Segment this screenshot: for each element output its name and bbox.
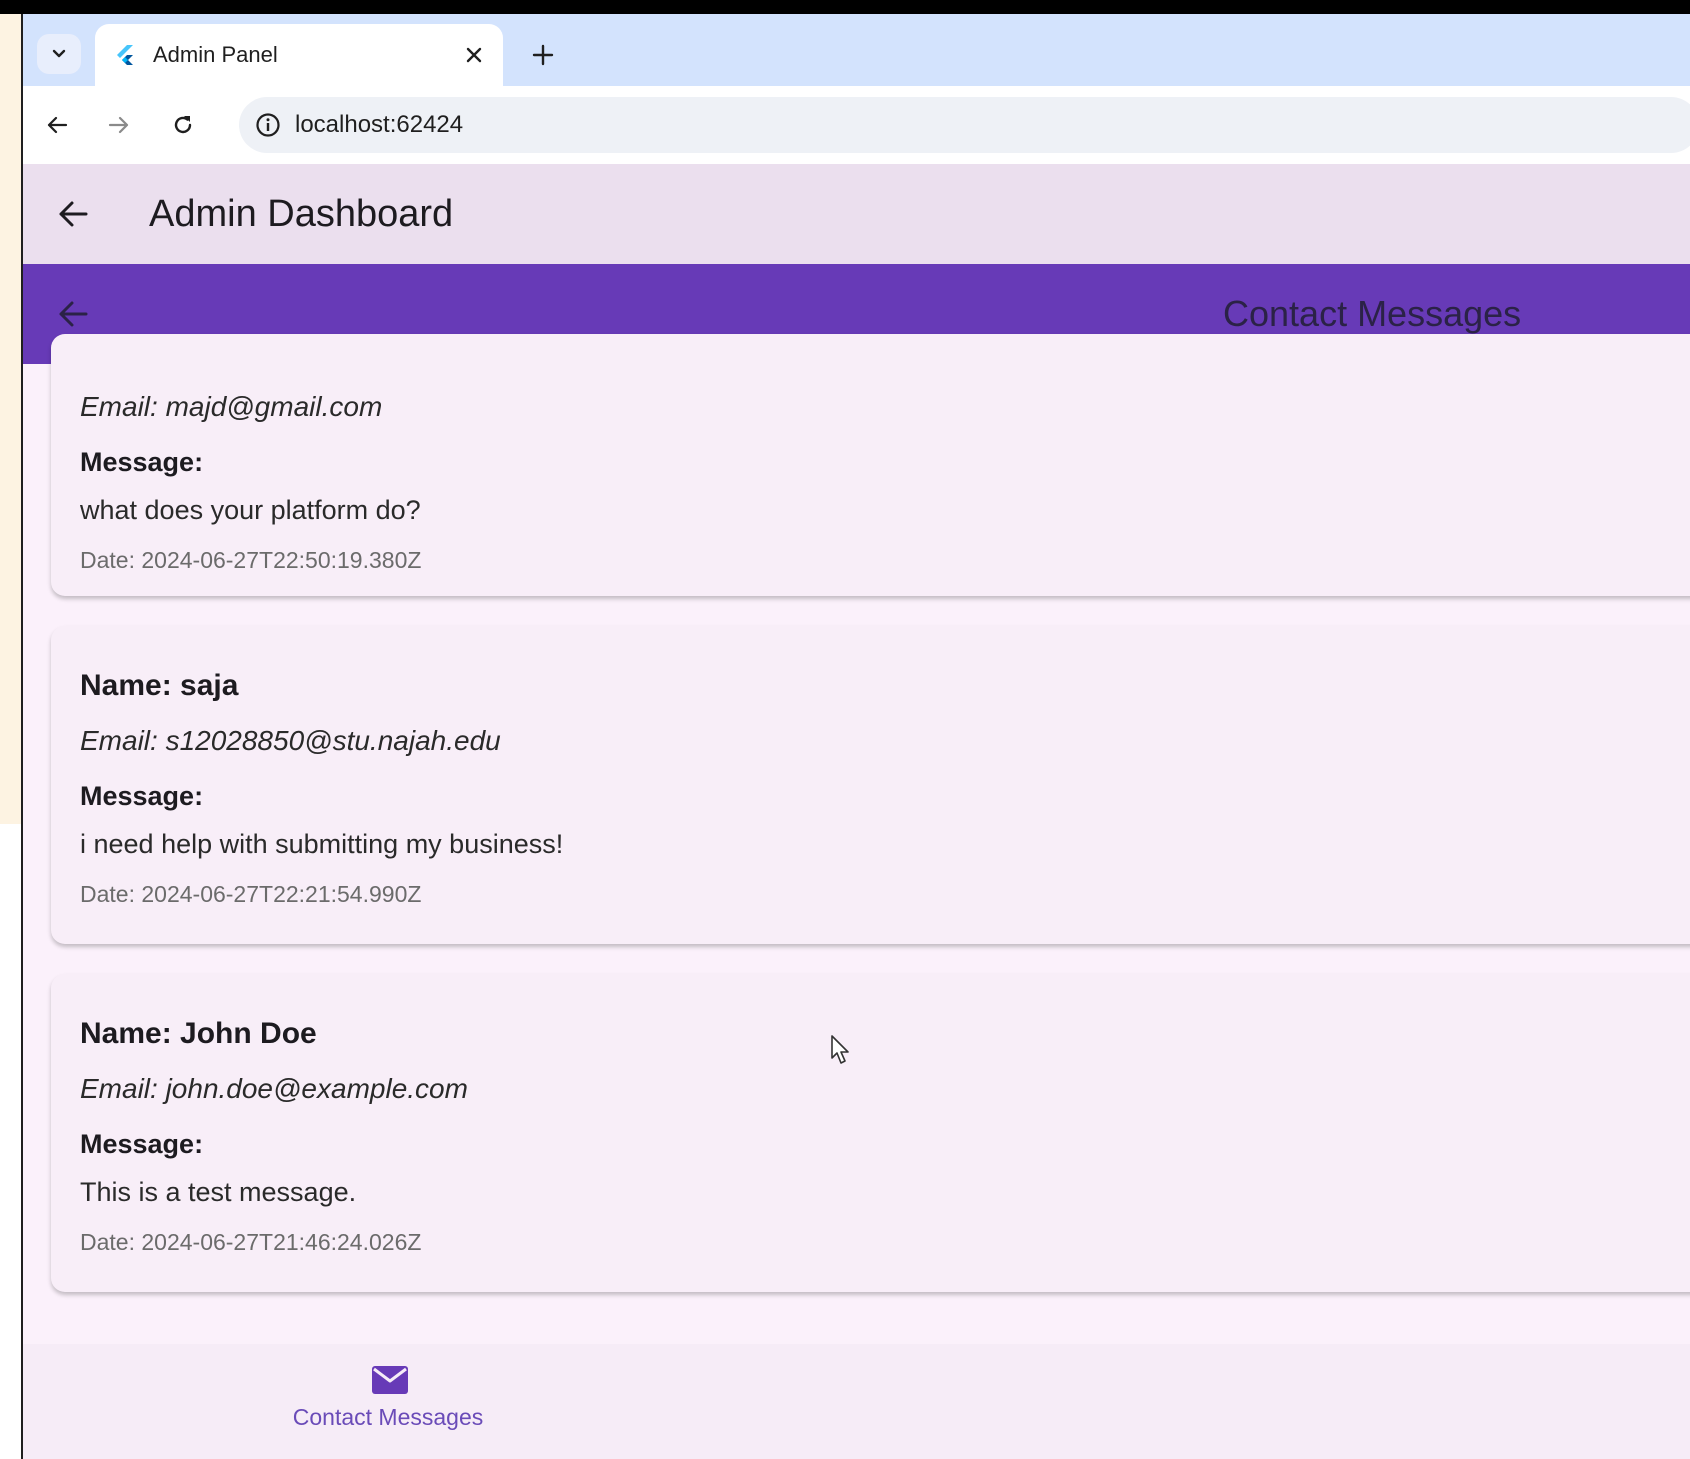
browser-reload-button[interactable] (163, 105, 203, 145)
tab-admin-panel[interactable]: Admin Panel (95, 24, 503, 86)
nav-item-contact-messages[interactable]: Contact Messages (273, 1364, 503, 1454)
message-card: Name: saja Email: s12028850@stu.najah.ed… (51, 626, 1690, 944)
page-title: Admin Dashboard (149, 193, 454, 235)
new-tab-button[interactable] (528, 40, 558, 70)
flutter-icon (117, 45, 133, 65)
browser-back-button[interactable] (37, 105, 77, 145)
arrow-right-icon (108, 116, 129, 134)
messages-list[interactable]: Email: majd@gmail.com Message: what does… (23, 334, 1690, 1344)
desktop-background-strip (0, 14, 22, 824)
message-card: Name: John Doe Email: john.doe@example.c… (51, 974, 1690, 1292)
message-body: i need help with submitting my business! (80, 829, 564, 859)
admin-app-bar: Admin Dashboard (23, 164, 1690, 264)
message-label: Message: (80, 781, 204, 811)
site-info-icon (256, 113, 280, 137)
browser-forward-button[interactable] (99, 105, 139, 145)
chevron-down-icon (52, 49, 66, 58)
url-text: localhost:62424 (295, 111, 464, 138)
message-date: Date: 2024-06-27T22:21:54.990Z (80, 881, 422, 907)
bottom-navigation: Contact Messages (23, 1344, 1690, 1459)
close-icon (466, 47, 482, 63)
mail-icon (372, 1366, 408, 1394)
message-email: Email: john.doe@example.com (80, 1073, 468, 1104)
reload-icon (174, 116, 192, 134)
message-body: This is a test message. (80, 1177, 357, 1207)
tab-title: Admin Panel (153, 42, 278, 67)
admin-back-button[interactable] (51, 192, 95, 236)
browser-toolbar: localhost:62424 (23, 86, 1690, 164)
message-email: Email: s12028850@stu.najah.edu (80, 725, 501, 756)
message-name: Name: saja (80, 669, 239, 702)
screen: Admin Panel localhost:62424 Admin Dashbo… (0, 0, 1690, 1459)
message-date: Date: 2024-06-27T22:50:19.380Z (80, 547, 422, 573)
screen-top-edge (0, 0, 1690, 14)
message-label: Message: (80, 447, 204, 477)
section-title: Contact Messages (1223, 293, 1522, 334)
message-label: Message: (80, 1129, 204, 1159)
browser-window: Admin Panel localhost:62424 Admin Dashbo… (23, 14, 1690, 1459)
message-email: Email: majd@gmail.com (80, 391, 383, 422)
arrow-left-icon (47, 116, 68, 134)
contact-back-button[interactable] (51, 292, 95, 336)
tab-search-button[interactable] (37, 34, 81, 74)
nav-item-label: Contact Messages (292, 1404, 484, 1430)
message-body: what does your platform do? (80, 495, 421, 525)
arrow-left-icon (59, 201, 88, 227)
tab-close-button[interactable] (461, 42, 487, 68)
mouse-cursor-icon (831, 1035, 849, 1064)
message-date: Date: 2024-06-27T21:46:24.026Z (80, 1229, 422, 1255)
address-bar[interactable]: localhost:62424 (239, 97, 1690, 153)
message-card: Email: majd@gmail.com Message: what does… (51, 334, 1690, 596)
message-name: Name: John Doe (80, 1017, 317, 1050)
tab-strip: Admin Panel (23, 14, 1690, 86)
arrow-left-icon (59, 301, 88, 327)
plus-icon (532, 44, 554, 66)
